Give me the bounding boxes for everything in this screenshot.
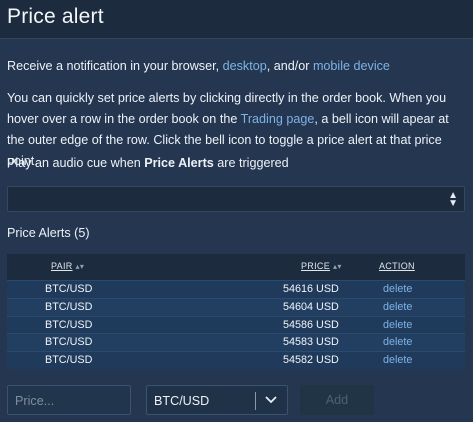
mobile-device-link[interactable]: mobile device xyxy=(313,59,390,73)
sort-icon: ▴▾ xyxy=(333,262,342,271)
row-pair: BTC/USD xyxy=(45,354,93,367)
delete-link[interactable]: delete xyxy=(383,301,412,313)
action-column-header: ACTION xyxy=(379,261,415,271)
delete-link[interactable]: delete xyxy=(383,283,412,295)
chevron-down-icon xyxy=(265,396,277,404)
price-column-header[interactable]: PRICE ▴▾ xyxy=(301,261,342,271)
row-pair: BTC/USD xyxy=(45,336,93,349)
row-pair: BTC/USD xyxy=(45,300,93,313)
row-price: 54586 USD xyxy=(283,318,339,331)
pair-select-value: BTC/USD xyxy=(154,394,210,408)
audio-cue-select[interactable]: ▲ ▼ xyxy=(7,186,465,212)
price-alerts-title: Price Alerts (5) xyxy=(7,226,90,240)
price-alerts-table: PAIR ▴▾ PRICE ▴▾ ACTION BTC/USD 54616 USD … xyxy=(7,254,465,369)
delete-link[interactable]: delete xyxy=(383,319,412,331)
row-price: 54616 USD xyxy=(283,283,339,295)
pair-column-header[interactable]: PAIR ▴▾ xyxy=(51,261,84,271)
delete-link[interactable]: delete xyxy=(383,336,412,348)
sort-icon: ▴▾ xyxy=(75,262,85,271)
table-row: BTC/USD 54586 USD delete xyxy=(7,315,465,334)
row-price: 54583 USD xyxy=(283,336,339,349)
header: Price alert xyxy=(0,0,473,38)
select-caret-icon: ▲ ▼ xyxy=(448,190,458,209)
audio-suffix: are triggered xyxy=(213,156,289,170)
notification-middle: , and/or xyxy=(266,59,313,73)
table-row: BTC/USD 54616 USD delete xyxy=(7,280,465,298)
audio-text: Play an audio cue when Price Alerts are … xyxy=(7,153,467,174)
audio-prefix: Play an audio cue when xyxy=(7,156,145,170)
desktop-link[interactable]: desktop xyxy=(223,59,267,73)
delete-link[interactable]: delete xyxy=(383,354,412,366)
pair-select[interactable]: BTC/USD xyxy=(146,385,288,415)
notification-prefix: Receive a notification in your browser, xyxy=(7,59,223,73)
price-input-placeholder: Price... xyxy=(15,394,55,408)
notification-text: Receive a notification in your browser, … xyxy=(7,56,467,77)
row-price: 54582 USD xyxy=(283,354,339,367)
row-price: 54604 USD xyxy=(283,300,339,313)
table-row: BTC/USD 54583 USD delete xyxy=(7,333,465,352)
table-row: BTC/USD 54582 USD delete xyxy=(7,351,465,369)
add-button[interactable]: Add xyxy=(300,385,374,415)
row-pair: BTC/USD xyxy=(45,318,93,331)
page-title: Price alert xyxy=(7,5,104,28)
price-input[interactable]: Price... xyxy=(7,385,131,415)
row-pair: BTC/USD xyxy=(45,283,93,295)
select-separator xyxy=(255,392,256,410)
table-row: BTC/USD 54604 USD delete xyxy=(7,297,465,316)
audio-bold: Price Alerts xyxy=(144,156,214,170)
table-header: PAIR ▴▾ PRICE ▴▾ ACTION xyxy=(7,254,465,280)
table-body: BTC/USD 54616 USD delete BTC/USD 54604 U… xyxy=(7,280,465,369)
trading-page-link[interactable]: Trading page xyxy=(241,112,315,126)
